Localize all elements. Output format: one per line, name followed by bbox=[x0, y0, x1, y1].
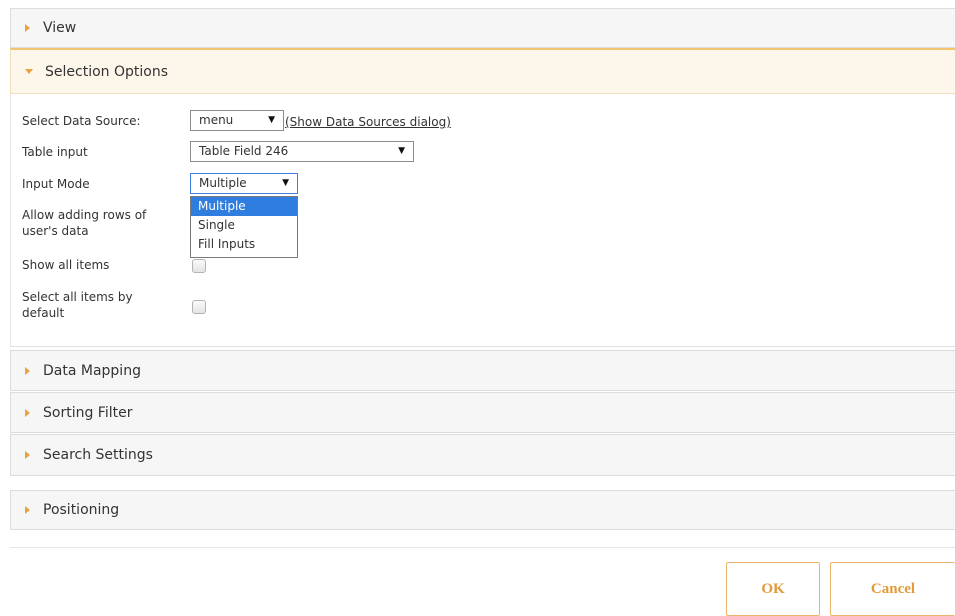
data-source-value: menu bbox=[199, 113, 234, 127]
panel-title: Sorting Filter bbox=[43, 404, 133, 421]
ok-button[interactable]: OK bbox=[726, 562, 820, 616]
dropdown-caret-icon: ▼ bbox=[398, 146, 405, 156]
cancel-button[interactable]: Cancel bbox=[830, 562, 955, 616]
data-source-label: Select Data Source: bbox=[22, 114, 141, 128]
input-mode-select[interactable]: Multiple ▼ bbox=[190, 173, 298, 194]
table-input-select[interactable]: Table Field 246 ▼ bbox=[190, 141, 414, 162]
panel-positioning-header[interactable]: Positioning bbox=[10, 490, 955, 530]
panel-selection-options-header[interactable]: Selection Options bbox=[10, 48, 955, 94]
show-all-items-checkbox[interactable] bbox=[192, 259, 206, 273]
panel-title: Selection Options bbox=[45, 63, 168, 80]
properties-dialog: View Selection Options Select Data Sourc… bbox=[0, 0, 955, 616]
dropdown-option-multiple[interactable]: Multiple bbox=[191, 197, 297, 216]
input-mode-value: Multiple bbox=[199, 176, 247, 190]
data-source-select[interactable]: menu ▼ bbox=[190, 110, 284, 131]
label-line: Allow adding rows of bbox=[22, 208, 147, 222]
panel-title: Positioning bbox=[43, 502, 120, 518]
table-input-value: Table Field 246 bbox=[199, 144, 289, 158]
input-mode-label: Input Mode bbox=[22, 177, 90, 191]
selection-options-body bbox=[10, 94, 955, 347]
collapse-arrow-icon bbox=[25, 69, 33, 74]
select-all-default-checkbox[interactable] bbox=[192, 300, 206, 314]
dropdown-caret-icon: ▼ bbox=[282, 178, 289, 188]
label-line: user's data bbox=[22, 224, 89, 238]
show-all-items-label: Show all items bbox=[22, 258, 110, 272]
label-line: default bbox=[22, 306, 65, 320]
expand-arrow-icon bbox=[25, 366, 30, 375]
show-data-sources-link[interactable]: (Show Data Sources dialog) bbox=[285, 114, 451, 130]
expand-arrow-icon bbox=[25, 451, 30, 459]
allow-adding-rows-label: Allow adding rows of user's data bbox=[22, 207, 146, 239]
expand-arrow-icon bbox=[25, 24, 30, 32]
label-line: Select all items by bbox=[22, 290, 133, 304]
table-input-label: Table input bbox=[22, 145, 88, 159]
panel-sorting-filter-header[interactable]: Sorting Filter bbox=[10, 392, 955, 433]
panel-data-mapping-header[interactable]: Data Mapping bbox=[10, 350, 955, 391]
dropdown-caret-icon: ▼ bbox=[268, 115, 275, 125]
dropdown-option-single[interactable]: Single bbox=[191, 216, 297, 235]
select-all-default-label: Select all items by default bbox=[22, 289, 133, 321]
expand-arrow-icon bbox=[25, 408, 30, 417]
panel-view-header[interactable]: View bbox=[10, 8, 955, 48]
dropdown-option-fill-inputs[interactable]: Fill Inputs bbox=[191, 235, 297, 254]
panel-title: View bbox=[43, 20, 77, 36]
panel-title: Data Mapping bbox=[43, 362, 141, 379]
footer-divider bbox=[10, 547, 955, 548]
input-mode-dropdown-list: Multiple Single Fill Inputs bbox=[190, 196, 298, 258]
panel-search-settings-header[interactable]: Search Settings bbox=[10, 434, 955, 476]
expand-arrow-icon bbox=[25, 506, 30, 514]
panel-title: Search Settings bbox=[43, 447, 153, 463]
